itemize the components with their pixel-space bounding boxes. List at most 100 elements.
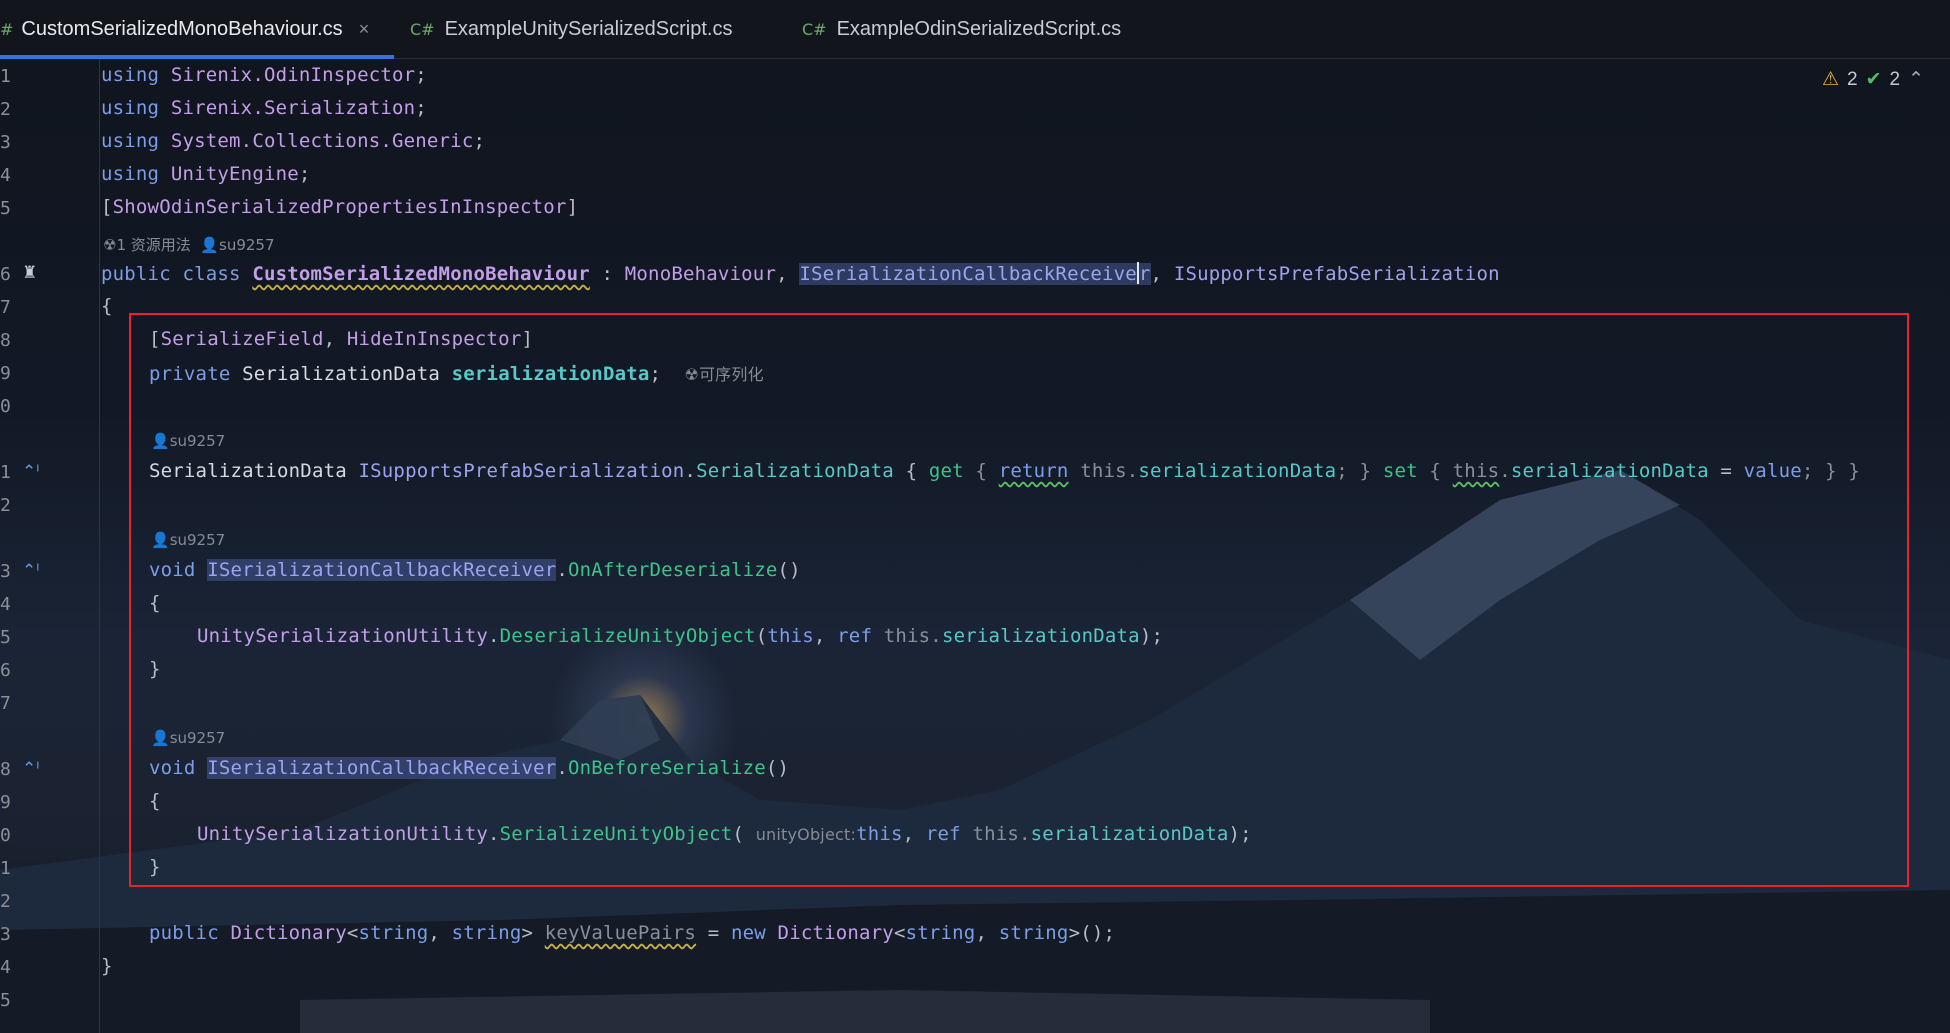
implements-interface-icon[interactable]: ⌃ᴵ [22,462,39,482]
tab-example-odin-serialized-script[interactable]: C# ExampleOdinSerializedScript.cs [802,0,1121,58]
punctuation: , [776,263,800,285]
class-name: CustomSerializedMonoBehaviour [252,263,590,285]
chevron-up-icon[interactable]: ⌃ [1908,68,1924,91]
author-name: su9257 [219,236,275,254]
punctuation: : [589,263,625,285]
code-line-7[interactable]: { [101,295,113,317]
line-number: 4 [0,165,11,186]
keyword: public [101,263,171,285]
code-line-5[interactable]: [ShowOdinSerializedPropertiesInInspector… [101,196,578,218]
line-number: 5 [0,627,11,648]
highlight-box [129,313,1909,887]
tab-label: CustomSerializedMonoBehaviour.cs [21,17,343,40]
check-icon: ✔ [1865,69,1882,90]
code-line-4[interactable]: using UnityEngine; [101,163,311,185]
punctuation: < [346,922,359,944]
implements-interface-icon[interactable]: ⌃ᴵ [22,759,39,779]
line-number: 5 [0,198,11,219]
attribute: ShowOdinSerializedPropertiesInInspector [112,196,567,218]
keyword: using [101,130,160,152]
line-number: 1 [0,462,11,483]
line-number: 3 [0,924,11,945]
implements-interface-icon[interactable]: ⌃ᴵ [22,561,39,581]
namespace: Sirenix.Serialization [170,97,416,119]
warning-count: 2 [1847,68,1858,90]
tab-label: ExampleUnitySerializedScript.cs [444,17,733,40]
punctuation: ] [566,196,579,218]
punctuation: , [975,922,999,944]
type-name: Dictionary [230,922,347,944]
punctuation: ; [473,130,486,152]
code-vision-hint[interactable]: ☢1 资源用法 👤su9257 [103,234,275,255]
keyword: using [101,64,160,86]
tab-example-unity-serialized-script[interactable]: C# ExampleUnitySerializedScript.cs [410,0,732,58]
keyword: string [358,922,429,944]
brace: { [101,295,113,317]
punctuation: ; [415,64,427,86]
punctuation: < [893,922,906,944]
keyword: string [451,922,522,944]
punctuation: > [521,922,545,944]
interface-highlighted: ISerializationCallbackReceive r [799,262,1151,285]
line-number: 5 [0,990,11,1011]
interface-name: ISupportsPrefabSerialization [1173,263,1500,285]
namespace: System.Collections.Generic [170,130,474,152]
unity-script-icon[interactable]: ♜ [22,263,37,283]
namespace: UnityEngine [170,163,299,185]
punctuation: [ [101,196,113,218]
line-number: 2 [0,891,11,912]
line-number: 2 [0,495,11,516]
line-number: 9 [0,363,11,384]
code-line-23[interactable]: public Dictionary<string, string> keyVal… [149,922,1115,944]
ok-count: 2 [1889,68,1901,90]
line-number: 6 [0,660,11,681]
csharp-file-icon: C# [410,19,435,39]
csharp-file-icon: C# [802,19,827,39]
line-number: 4 [0,594,11,615]
punctuation: ; [298,163,311,185]
interface-name-tail: r [1138,263,1151,285]
punctuation: >(); [1068,922,1116,944]
code-line-24[interactable]: } [101,955,113,977]
keyword: class [182,263,241,285]
tab-custom-serialized-mono-behaviour[interactable]: # CustomSerializedMonoBehaviour.cs × [0,0,394,59]
code-line-1[interactable]: using Sirenix.OdinInspector; [101,64,427,86]
line-number: 4 [0,957,11,978]
keyword: new [731,922,766,944]
close-icon[interactable]: × [359,19,370,40]
line-number: 0 [0,825,11,846]
punctuation: ; [415,97,427,119]
operator: = [696,922,731,944]
punctuation: , [1150,263,1174,285]
keyword: string [905,922,976,944]
line-number: 0 [0,396,11,417]
line-number: 1 [0,858,11,879]
warning-icon: ⚠ [1822,69,1840,90]
editor-tab-bar: # CustomSerializedMonoBehaviour.cs × C# … [0,0,1950,59]
brace: } [101,955,113,977]
line-number: 1 [0,66,11,87]
keyword: using [101,97,160,119]
gutter-separator [99,58,100,1033]
line-number: 3 [0,132,11,153]
keyword: public [149,922,219,944]
line-number: 7 [0,693,11,714]
keyword: string [998,922,1069,944]
tab-label: ExampleOdinSerializedScript.cs [836,17,1122,40]
line-number: 7 [0,297,11,318]
interface-name: ISerializationCallbackReceive [799,263,1137,285]
field-name: keyValuePairs [544,922,697,944]
keyword: using [101,163,160,185]
code-line-3[interactable]: using System.Collections.Generic; [101,130,485,152]
usage-icon: ☢ [103,236,117,254]
csharp-file-icon: # [0,19,14,39]
code-line-2[interactable]: using Sirenix.Serialization; [101,97,427,119]
line-number: 8 [0,330,11,351]
line-number: 6 [0,264,11,285]
namespace: Sirenix.OdinInspector [170,64,416,86]
line-number: 8 [0,759,11,780]
line-number: 2 [0,99,11,120]
code-line-6[interactable]: public class CustomSerializedMonoBehavio… [101,262,1500,285]
punctuation: , [428,922,452,944]
inspection-status[interactable]: ⚠ 2 ✔ 2 ⌃ [1822,68,1924,91]
